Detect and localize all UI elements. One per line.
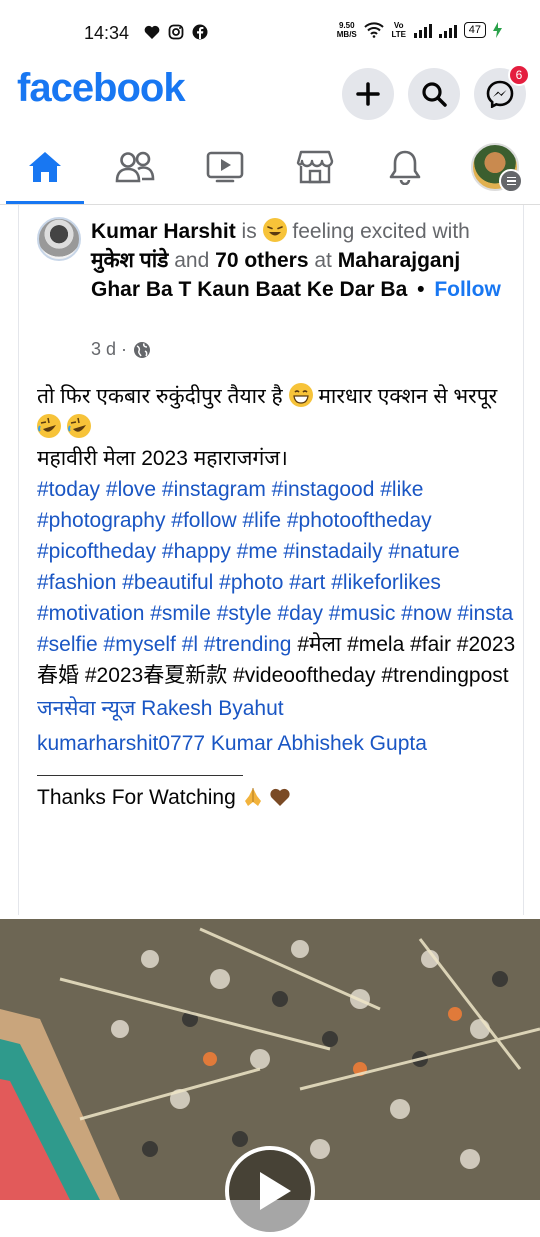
hashtag-block: #today #love #instagram #instagood #like… xyxy=(37,474,517,691)
status-system-icons: 9.50 MB/S Vo LTE 47 xyxy=(337,21,502,39)
tagged-others[interactable]: 70 others xyxy=(215,249,308,272)
app-header: facebook 6 xyxy=(0,64,540,124)
create-button[interactable] xyxy=(342,68,394,120)
network-speed: 9.50 MB/S xyxy=(337,21,357,39)
signal-icon-2 xyxy=(438,22,457,38)
volte-label: Vo LTE xyxy=(391,21,406,39)
mention-line-2[interactable]: kumarharshit0777 Kumar Abhishek Gupta xyxy=(37,726,517,761)
search-button[interactable] xyxy=(408,68,460,120)
post-line-2: महावीरी मेला 2023 महाराजगंज। xyxy=(37,447,288,470)
profile-avatar xyxy=(471,143,523,193)
at-text: at xyxy=(314,249,332,272)
tab-friends[interactable] xyxy=(90,130,180,204)
play-button[interactable] xyxy=(225,1146,315,1236)
author-name[interactable]: Kumar Harshit xyxy=(91,220,236,243)
home-icon xyxy=(29,152,61,182)
is-text: is xyxy=(241,220,257,243)
author-avatar[interactable] xyxy=(37,217,81,261)
network-speed-unit: MB/S xyxy=(336,30,357,39)
tab-home[interactable] xyxy=(0,130,90,204)
heart-icon xyxy=(144,25,160,39)
feeling-text: feeling excited xyxy=(292,220,427,243)
feed-post: Kumar Harshit is feeling excited with मु… xyxy=(18,205,524,915)
post-line-1a: तो फिर एकबार रुकुंदीपुर तैयार है xyxy=(37,385,283,408)
hashtag-links[interactable]: #today #love #instagram #instagood #like… xyxy=(37,478,513,656)
grin-emoji-icon xyxy=(288,383,313,407)
plus-icon xyxy=(356,82,380,106)
play-icon xyxy=(260,1172,291,1210)
search-icon xyxy=(422,82,447,107)
separator-dot: • xyxy=(417,278,425,301)
messenger-icon xyxy=(486,80,514,108)
tab-watch[interactable] xyxy=(180,130,270,204)
tab-bar xyxy=(0,130,540,205)
tab-profile-menu[interactable] xyxy=(450,130,540,204)
wifi-icon xyxy=(364,22,384,38)
brown-heart-icon xyxy=(270,788,291,806)
mention-line-1[interactable]: जनसेवा न्यूज Rakesh Byahut xyxy=(37,691,517,726)
tab-marketplace[interactable] xyxy=(270,130,360,204)
tagged-friend[interactable]: मुकेश पांडे xyxy=(91,249,168,272)
divider-line xyxy=(37,761,243,776)
post-time[interactable]: 3 d · xyxy=(91,339,127,360)
marketplace-icon xyxy=(296,150,334,184)
messenger-button[interactable]: 6 xyxy=(474,64,530,120)
thanks-line: Thanks For Watching xyxy=(37,782,517,813)
thanks-text: Thanks For Watching xyxy=(37,786,236,809)
rofl-emoji-icon-2 xyxy=(66,414,91,438)
messenger-badge: 6 xyxy=(508,64,530,86)
excited-emoji-icon xyxy=(262,218,287,242)
charging-icon xyxy=(493,22,502,38)
post-text: तो फिर एकबार रुकुंदीपुर तैयार है मारधार … xyxy=(37,381,517,813)
rofl-emoji-icon xyxy=(37,414,61,438)
post-line-1b: मारधार एक्शन से भरपूर xyxy=(318,385,498,408)
facebook-logo[interactable]: facebook xyxy=(17,66,186,111)
notifications-icon xyxy=(389,150,421,185)
and-text: and xyxy=(174,249,210,272)
follow-button[interactable]: Follow xyxy=(434,278,501,301)
tab-notifications[interactable] xyxy=(360,130,450,204)
watch-icon xyxy=(206,151,244,183)
signal-icon xyxy=(413,22,432,38)
network-speed-value: 9.50 xyxy=(338,21,355,30)
facebook-icon xyxy=(192,24,208,40)
status-bar: 14:34 9.50 MB/S Vo LTE 47 xyxy=(0,0,540,64)
folded-hands-icon xyxy=(244,788,261,806)
post-line-1: तो फिर एकबार रुकुंदीपुर तैयार है मारधार … xyxy=(37,381,517,443)
post-header: Kumar Harshit is feeling excited with मु… xyxy=(91,217,511,304)
post-meta: 3 d · xyxy=(91,339,151,360)
globe-icon xyxy=(134,341,151,358)
menu-icon xyxy=(499,169,523,193)
status-notification-icons xyxy=(144,24,208,40)
instagram-icon xyxy=(168,24,184,40)
friends-icon xyxy=(115,151,155,183)
with-text: with xyxy=(432,220,470,243)
battery-icon: 47 xyxy=(463,22,486,38)
status-time: 14:34 xyxy=(84,23,130,43)
